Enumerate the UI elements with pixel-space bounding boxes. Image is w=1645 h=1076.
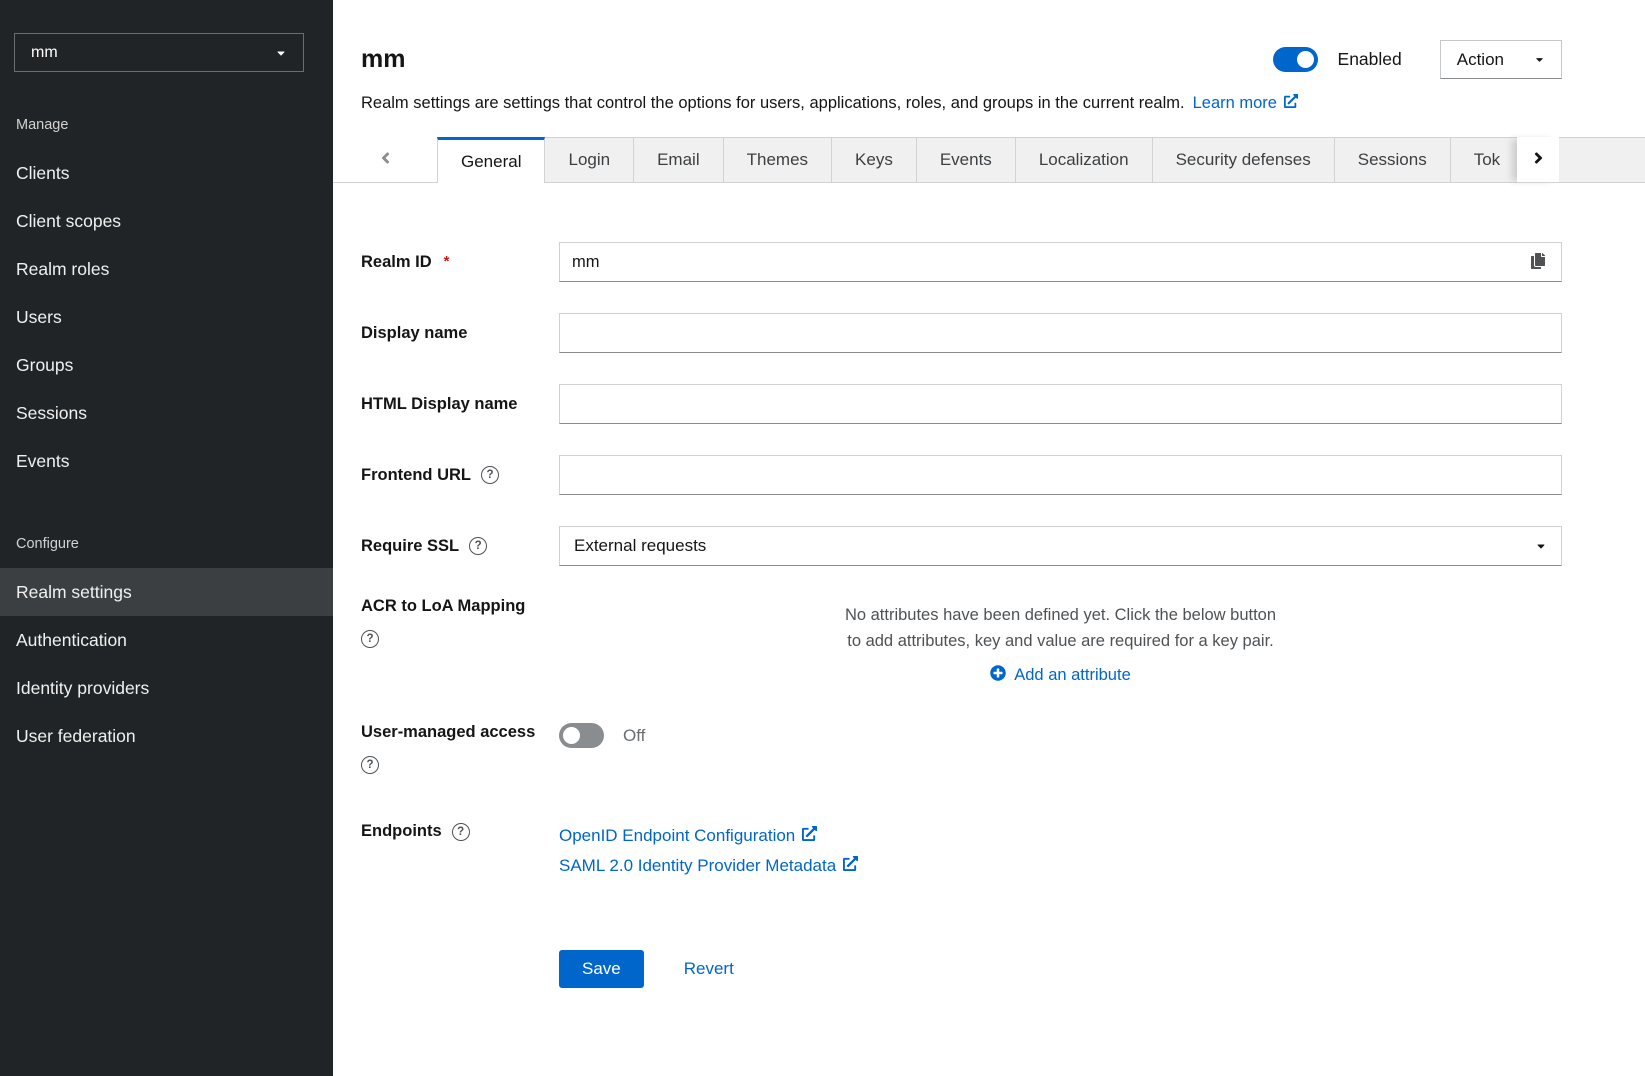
require-ssl-row: Require SSL ? External requests [361, 526, 1562, 566]
chevron-down-icon [275, 47, 287, 59]
sidebar-item-identity-providers[interactable]: Identity providers [0, 664, 333, 712]
copy-button[interactable] [1515, 243, 1561, 281]
toggle-knob [1297, 51, 1314, 68]
help-icon[interactable]: ? [469, 537, 487, 555]
external-link-icon [1284, 94, 1298, 113]
tab-security-defenses[interactable]: Security defenses [1153, 137, 1335, 183]
help-icon[interactable]: ? [481, 466, 499, 484]
acr-loa-mapping-label: ACR to LoA Mapping ? [361, 597, 559, 648]
chevron-down-icon [1534, 54, 1545, 65]
realm-id-input[interactable] [559, 242, 1562, 282]
learn-more-link[interactable]: Learn more [1193, 94, 1298, 113]
tab-strip: General Login Email Themes Keys Events L… [333, 137, 1645, 183]
general-settings-form: Realm ID* Display name HTML Display name [361, 242, 1562, 988]
display-name-row: Display name [361, 313, 1562, 353]
acr-empty-text: No attributes have been defined yet. Cli… [845, 603, 1277, 654]
chevron-left-icon [380, 149, 391, 170]
frontend-url-input[interactable] [559, 455, 1562, 495]
user-managed-access-state: Off [623, 726, 645, 746]
page-description: Realm settings are settings that control… [361, 94, 1185, 112]
realm-selector-value: mm [31, 44, 58, 62]
acr-loa-mapping-row: ACR to LoA Mapping ? No attributes have … [361, 597, 1562, 687]
sidebar-item-realm-settings[interactable]: Realm settings [0, 568, 333, 616]
chevron-down-icon [1535, 540, 1547, 552]
sidebar-item-clients[interactable]: Clients [0, 149, 333, 197]
enabled-label: Enabled [1338, 49, 1402, 70]
endpoints-row: Endpoints ? OpenID Endpoint Configuratio… [361, 822, 1562, 880]
tabs-scroll-left-button[interactable] [333, 137, 437, 183]
realm-selector[interactable]: mm [14, 33, 304, 72]
tabs: General Login Email Themes Keys Events L… [437, 137, 1645, 183]
tab-localization[interactable]: Localization [1016, 137, 1153, 183]
tab-keys[interactable]: Keys [832, 137, 917, 183]
manage-nav: Clients Client scopes Realm roles Users … [0, 149, 333, 485]
require-ssl-value: External requests [574, 536, 706, 556]
action-dropdown-label: Action [1457, 50, 1504, 70]
display-name-input[interactable] [559, 313, 1562, 353]
tabs-scroll-right-button[interactable] [1517, 137, 1559, 183]
tab-email[interactable]: Email [634, 137, 724, 183]
add-attribute-label: Add an attribute [1014, 666, 1131, 685]
frontend-url-label: Frontend URL ? [361, 466, 559, 485]
nav-section-configure: Configure [0, 485, 333, 568]
require-ssl-select[interactable]: External requests [559, 526, 1562, 566]
html-display-name-label: HTML Display name [361, 395, 559, 414]
realm-id-label: Realm ID* [361, 253, 559, 272]
configure-nav: Realm settings Authentication Identity p… [0, 568, 333, 760]
require-ssl-label: Require SSL ? [361, 537, 559, 556]
acr-loa-mapping-empty-state: No attributes have been defined yet. Cli… [559, 597, 1562, 687]
sidebar-item-realm-roles[interactable]: Realm roles [0, 245, 333, 293]
sidebar-item-authentication[interactable]: Authentication [0, 616, 333, 664]
help-icon[interactable]: ? [361, 630, 379, 648]
save-button[interactable]: Save [559, 950, 644, 988]
user-managed-access-toggle[interactable] [559, 723, 604, 748]
tab-login[interactable]: Login [545, 137, 634, 183]
saml-identity-provider-metadata-label: SAML 2.0 Identity Provider Metadata [559, 852, 836, 880]
endpoints-label: Endpoints ? [361, 822, 559, 841]
sidebar-item-user-federation[interactable]: User federation [0, 712, 333, 760]
chevron-right-icon [1533, 149, 1544, 170]
form-actions: Save Revert [361, 950, 1562, 988]
external-link-icon [802, 822, 817, 850]
openid-endpoint-configuration-label: OpenID Endpoint Configuration [559, 822, 795, 850]
page-title: mm [361, 45, 1273, 74]
tab-themes[interactable]: Themes [724, 137, 832, 183]
sidebar-item-users[interactable]: Users [0, 293, 333, 341]
sidebar-item-groups[interactable]: Groups [0, 341, 333, 389]
sidebar-item-events[interactable]: Events [0, 437, 333, 485]
display-name-label: Display name [361, 324, 559, 343]
page-header: mm Enabled Action Realm settings are set… [333, 0, 1645, 113]
add-attribute-button[interactable]: Add an attribute [559, 664, 1562, 687]
html-display-name-row: HTML Display name [361, 384, 1562, 424]
realm-enabled-toggle[interactable] [1273, 47, 1318, 72]
frontend-url-row: Frontend URL ? [361, 455, 1562, 495]
plus-circle-icon [990, 665, 1006, 686]
html-display-name-input[interactable] [559, 384, 1562, 424]
saml-identity-provider-metadata-link[interactable]: SAML 2.0 Identity Provider Metadata [559, 852, 1562, 880]
user-managed-access-label: User-managed access ? [361, 723, 559, 774]
realm-id-row: Realm ID* [361, 242, 1562, 282]
sidebar-item-client-scopes[interactable]: Client scopes [0, 197, 333, 245]
copy-icon [1530, 253, 1546, 272]
learn-more-label: Learn more [1193, 94, 1277, 113]
required-asterisk: * [444, 253, 450, 270]
revert-button[interactable]: Revert [684, 959, 734, 979]
nav-section-manage: Manage [0, 72, 333, 149]
external-link-icon [843, 852, 858, 880]
sidebar-item-sessions[interactable]: Sessions [0, 389, 333, 437]
sidebar: mm Manage Clients Client scopes Realm ro… [0, 0, 333, 1076]
openid-endpoint-configuration-link[interactable]: OpenID Endpoint Configuration [559, 822, 1562, 850]
tab-sessions[interactable]: Sessions [1335, 137, 1451, 183]
tab-general[interactable]: General [437, 137, 545, 183]
help-icon[interactable]: ? [452, 823, 470, 841]
toggle-knob [563, 727, 580, 744]
help-icon[interactable]: ? [361, 756, 379, 774]
main-content: mm Enabled Action Realm settings are set… [333, 0, 1645, 1076]
user-managed-access-row: User-managed access ? Off [361, 723, 1562, 774]
action-dropdown[interactable]: Action [1440, 40, 1562, 79]
tab-events[interactable]: Events [917, 137, 1016, 183]
